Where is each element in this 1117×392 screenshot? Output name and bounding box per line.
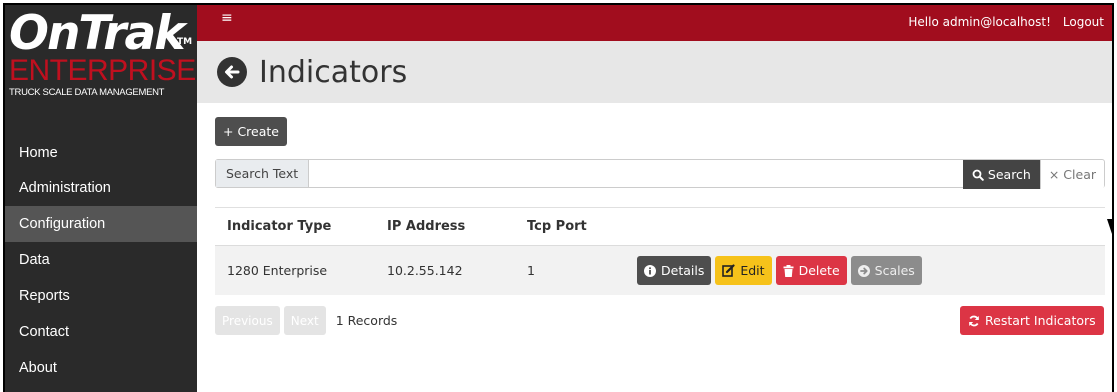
- search-label: Search Text: [216, 160, 310, 187]
- cell-indicator-type: 1280 Enterprise: [227, 263, 328, 278]
- table-header: Indicator Type IP Address Tcp Port: [215, 207, 1105, 245]
- sidebar-item-data[interactable]: Data: [5, 242, 197, 278]
- ontrak-logo: OnTrak TM ENTERPRISE TRUCK SCALE DATA MAN…: [5, 5, 197, 113]
- hamburger-menu-icon[interactable]: ≡: [221, 10, 233, 26]
- scales-label: Scales: [874, 263, 915, 278]
- user-area: Hello admin@localhost! Logout: [908, 15, 1104, 29]
- create-button[interactable]: + Create: [215, 117, 287, 146]
- details-button[interactable]: Details: [637, 256, 712, 285]
- search-icon: [972, 169, 984, 181]
- restart-label: Restart Indicators: [985, 313, 1096, 328]
- previous-page-button[interactable]: Previous: [215, 306, 280, 335]
- column-header-tcp-port[interactable]: Tcp Port: [527, 219, 637, 234]
- column-header-indicator-type[interactable]: Indicator Type: [215, 219, 387, 234]
- sidebar-item-about[interactable]: About: [5, 350, 197, 386]
- edit-button[interactable]: Edit: [715, 256, 772, 285]
- scales-button[interactable]: Scales: [850, 256, 922, 285]
- row-actions: Details Edit Delete Scales: [637, 256, 922, 285]
- info-icon: [644, 264, 656, 277]
- main-content: ≡ Hello admin@localhost! Logout Indicato…: [197, 5, 1112, 392]
- search-input[interactable]: [309, 160, 963, 187]
- cell-ip-address: 10.2.55.142: [387, 263, 463, 278]
- logo-wordmark-text: OnTrak: [9, 6, 185, 61]
- sidebar-item-home[interactable]: Home: [5, 133, 197, 170]
- details-label: Details: [661, 263, 705, 278]
- record-count: 1 Records: [335, 313, 398, 328]
- edit-label: Edit: [740, 263, 765, 278]
- back-arrow-icon[interactable]: [217, 57, 247, 87]
- sidebar-item-reports[interactable]: Reports: [5, 278, 197, 314]
- logo-wordmark: OnTrak TM: [9, 9, 197, 59]
- pagination: Previous Next 1 Records: [215, 306, 397, 335]
- page-header: Indicators: [197, 41, 1112, 103]
- edit-icon: [722, 264, 735, 277]
- delete-button[interactable]: Delete: [775, 256, 847, 285]
- sidebar-item-contact[interactable]: Contact: [5, 314, 197, 350]
- app-window: OnTrak TM ENTERPRISE TRUCK SCALE DATA MAN…: [3, 3, 1114, 392]
- clear-button[interactable]: × Clear: [1039, 160, 1104, 189]
- restart-indicators-button[interactable]: Restart Indicators: [960, 306, 1104, 335]
- sidebar-item-configuration[interactable]: Configuration: [5, 206, 197, 242]
- sidebar-item-administration[interactable]: Administration: [5, 170, 197, 206]
- search-bar: Search Text Search × Clear: [215, 159, 1105, 189]
- cell-tcp-port: 1: [527, 263, 535, 278]
- page-title: Indicators: [259, 54, 408, 90]
- logout-link[interactable]: Logout: [1063, 15, 1104, 29]
- table-row: 1280 Enterprise 10.2.55.142 1 Details Ed…: [215, 245, 1105, 295]
- next-page-button[interactable]: Next: [283, 306, 326, 335]
- search-button[interactable]: Search: [962, 160, 1040, 189]
- arrow-circle-right-icon: [857, 264, 870, 277]
- user-greeting[interactable]: Hello admin@localhost!: [908, 15, 1051, 29]
- column-header-ip-address[interactable]: IP Address: [387, 219, 527, 234]
- annotation-arrow-head: [1107, 219, 1112, 249]
- logo-tagline: TRUCK SCALE DATA MANAGEMENT: [9, 87, 165, 98]
- trademark-mark: TM: [177, 37, 193, 47]
- indicators-table: Indicator Type IP Address Tcp Port 1280 …: [215, 207, 1105, 295]
- refresh-icon: [969, 315, 979, 326]
- search-button-label: Search: [987, 167, 1031, 182]
- trash-icon: [783, 264, 794, 277]
- delete-label: Delete: [798, 263, 840, 278]
- sidebar: OnTrak TM ENTERPRISE TRUCK SCALE DATA MAN…: [5, 5, 197, 392]
- top-bar: ≡ Hello admin@localhost! Logout: [197, 5, 1112, 41]
- sidebar-nav: Home Administration Configuration Data R…: [5, 133, 197, 386]
